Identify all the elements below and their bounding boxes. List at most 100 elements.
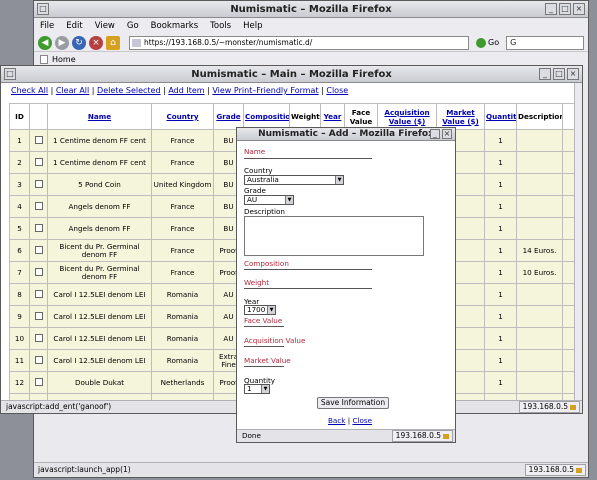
description-textarea[interactable] (244, 216, 424, 256)
market-value-input[interactable] (244, 359, 284, 367)
col-composition[interactable]: Composition (245, 112, 289, 121)
window-menu-icon[interactable]: □ (37, 3, 49, 15)
cell-country: France (151, 217, 214, 240)
minimize-icon[interactable]: _ (430, 129, 440, 139)
action-links: Check All | Clear All | Delete Selected … (11, 86, 349, 95)
main-window-title: Numismatic – Main – Mozilla Firefox (1, 66, 582, 83)
back-arrow-icon[interactable]: ◀ (38, 35, 52, 50)
cell-description (516, 327, 563, 350)
minimize-icon[interactable]: _ (539, 68, 551, 80)
print-friendly-link[interactable]: View Print–Friendly Format (212, 86, 318, 95)
cell-id: 6 (9, 239, 30, 262)
year-select[interactable]: 1700 ▼ (244, 305, 276, 315)
stop-icon[interactable]: × (89, 35, 103, 50)
col-market-value[interactable]: Market Value ($) (442, 108, 479, 126)
quantity-select[interactable]: 1 ▼ (244, 384, 270, 394)
chevron-down-icon: ▼ (285, 196, 293, 204)
cell-select (29, 305, 48, 328)
acquisition-value-input[interactable] (244, 339, 284, 347)
save-information-button[interactable]: Save Information (317, 397, 389, 409)
composition-input[interactable] (244, 262, 372, 270)
cell-select (29, 371, 48, 394)
col-name[interactable]: Name (88, 112, 111, 121)
popup-close-link[interactable]: Close (352, 416, 372, 425)
row-checkbox[interactable] (34, 157, 43, 166)
row-checkbox[interactable] (34, 311, 43, 320)
cell-quantity: 1 (484, 239, 517, 262)
country-select[interactable]: Australia ▼ (244, 175, 344, 185)
cell-name: 1 Centime denom FF cent (47, 151, 152, 174)
maximize-icon[interactable]: □ (559, 3, 571, 15)
cell-name: 5 Pond Coin (47, 173, 152, 196)
cell-country: Romania (151, 349, 214, 372)
row-checkbox[interactable] (34, 245, 43, 254)
cell-quantity: 1 (484, 151, 517, 174)
cell-id: 7 (9, 261, 30, 284)
window-menu-icon[interactable]: □ (4, 68, 16, 80)
cell-description (516, 283, 563, 306)
menu-edit[interactable]: Edit (66, 18, 82, 34)
cell-select (29, 239, 48, 262)
bookmarks-toolbar: Home (34, 52, 588, 66)
add-item-link[interactable]: Add Item (168, 86, 204, 95)
menu-bar: File Edit View Go Bookmarks Tools Help (34, 18, 588, 34)
reload-icon[interactable]: ↻ (72, 35, 86, 50)
row-checkbox[interactable] (34, 179, 43, 188)
row-checkbox[interactable] (34, 223, 43, 232)
menu-view[interactable]: View (95, 18, 115, 34)
menu-bookmarks[interactable]: Bookmarks (151, 18, 199, 34)
col-acquisition-value[interactable]: Acquisition Value ($) (384, 108, 429, 126)
maximize-icon[interactable]: □ (553, 68, 565, 80)
main-vertical-scrollbar[interactable] (574, 83, 582, 400)
row-checkbox[interactable] (34, 135, 43, 144)
background-status-bar: javascript:launch_app(1) 193.168.0.5 (34, 462, 588, 477)
add-item-popup-window: Numismatic – Add – Mozilla Firefox _ × N… (236, 127, 456, 443)
row-checkbox[interactable] (34, 355, 43, 364)
row-checkbox[interactable] (34, 289, 43, 298)
row-checkbox[interactable] (34, 267, 43, 276)
back-link[interactable]: Back (328, 416, 345, 425)
address-bar[interactable]: https://193.168.0.5/~monster/numismatic.… (129, 35, 469, 50)
menu-help[interactable]: Help (243, 18, 262, 34)
col-grade[interactable]: Grade (216, 112, 240, 121)
cell-name: Bicent du Pr. Germinal denom FF (47, 261, 152, 284)
cell-country: France (151, 195, 214, 218)
go-button[interactable]: Go (476, 37, 499, 48)
row-checkbox[interactable] (34, 201, 43, 210)
close-icon[interactable]: × (567, 68, 579, 80)
cell-quantity: 1 (484, 305, 517, 328)
close-icon[interactable]: × (442, 129, 452, 139)
minimize-icon[interactable]: _ (545, 3, 557, 15)
menu-file[interactable]: File (40, 18, 54, 34)
clear-all-link[interactable]: Clear All (56, 86, 89, 95)
col-quantity[interactable]: Quantity (486, 112, 516, 121)
weight-input[interactable] (244, 281, 372, 289)
check-all-link[interactable]: Check All (11, 86, 48, 95)
row-checkbox[interactable] (34, 333, 43, 342)
home-icon[interactable]: ⌂ (106, 35, 120, 50)
site-favicon-icon (132, 38, 141, 47)
cell-name: Angels denom FF (47, 195, 152, 218)
grade-select[interactable]: AU ▼ (244, 195, 294, 205)
search-input[interactable]: G (506, 35, 585, 50)
close-link[interactable]: Close (326, 86, 348, 95)
col-year[interactable]: Year (324, 112, 342, 121)
cell-id: 12 (9, 371, 30, 394)
cell-country: Romania (151, 327, 214, 350)
col-country[interactable]: Country (166, 112, 198, 121)
cell-id: 8 (9, 283, 30, 306)
background-status-host: 193.168.0.5 (524, 464, 586, 476)
row-checkbox[interactable] (34, 377, 43, 386)
bookmark-home[interactable]: Home (52, 55, 76, 64)
menu-go[interactable]: Go (127, 18, 139, 34)
cell-description (516, 349, 563, 372)
forward-arrow-icon[interactable]: ▶ (55, 35, 69, 50)
padlock-icon (443, 433, 449, 439)
grade-label: Grade (244, 186, 266, 195)
face-value-input[interactable] (244, 319, 284, 327)
menu-tools[interactable]: Tools (210, 18, 231, 34)
name-input[interactable] (244, 151, 372, 159)
delete-selected-link[interactable]: Delete Selected (97, 86, 161, 95)
close-icon[interactable]: × (573, 3, 585, 15)
cell-id: 11 (9, 349, 30, 372)
